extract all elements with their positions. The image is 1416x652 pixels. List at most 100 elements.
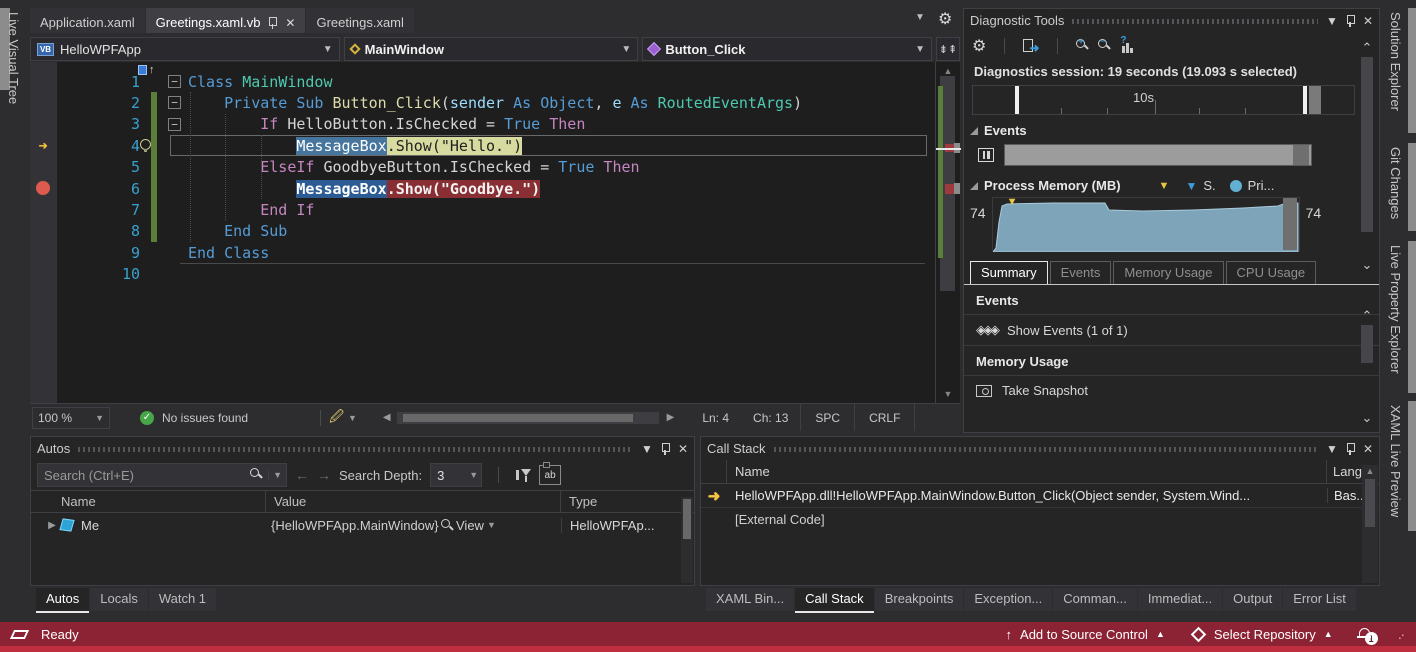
pin-icon[interactable] xyxy=(1346,443,1355,455)
events-track[interactable] xyxy=(1004,144,1312,166)
tab-greetings-xaml-vb[interactable]: Greetings.xaml.vb ✕ xyxy=(146,8,306,33)
chevron-down-icon[interactable]: ▼ xyxy=(348,413,357,423)
sidebar-tab-git-changes[interactable]: Git Changes xyxy=(1388,143,1403,231)
select-repository-button[interactable]: Select Repository xyxy=(1214,627,1316,642)
column-name[interactable]: Name xyxy=(727,460,1327,483)
diagnostics-scrollbar[interactable]: ⌃ ⌄ xyxy=(1357,41,1377,271)
horizontal-scrollbar[interactable] xyxy=(397,412,659,424)
code-line-1[interactable]: 1−Class MainWindow xyxy=(30,71,935,92)
timeline-marker[interactable] xyxy=(1303,86,1307,114)
events-section-header[interactable]: Events xyxy=(970,123,1379,138)
code-line-10[interactable]: 10 xyxy=(30,264,935,285)
current-statement-arrow-icon[interactable]: ➜ xyxy=(32,137,54,155)
tab-output[interactable]: Output xyxy=(1223,588,1282,611)
sidebar-tab-live-property-explorer[interactable]: Live Property Explorer xyxy=(1388,241,1403,393)
summary-scrollbar[interactable]: ⌃ ⌄ xyxy=(1357,309,1377,424)
filter-pin-icon[interactable] xyxy=(515,467,531,483)
line-ending-indicator[interactable]: CRLF xyxy=(854,404,915,431)
tab-locals[interactable]: Locals xyxy=(90,588,148,611)
code-line-2[interactable]: 2− Private Sub Button_Click(sender As Ob… xyxy=(30,92,935,113)
tab-watch-1[interactable]: Watch 1 xyxy=(149,588,216,611)
code-line-7[interactable]: 7 End If xyxy=(30,199,935,220)
column-indicator[interactable]: Ch: 13 xyxy=(741,411,800,425)
scroll-up-icon[interactable]: ▲ xyxy=(1362,467,1378,476)
code-line-9[interactable]: 9End Class xyxy=(30,242,935,263)
editor-scrollbar[interactable]: ▲ ▼ xyxy=(935,62,960,403)
export-icon[interactable]: ➜ xyxy=(1023,39,1039,53)
close-icon[interactable]: ✕ xyxy=(1363,15,1373,27)
autos-row-me[interactable]: ▶ Me {HelloWPFApp.MainWindow} View ▼ Hel… xyxy=(31,513,694,537)
type-dropdown[interactable]: MainWindow ▼ xyxy=(344,37,639,61)
autos-titlebar[interactable]: Autos ▼ ✕ xyxy=(31,437,694,460)
timeline-ruler[interactable]: 10s xyxy=(972,85,1355,115)
tab-call-stack[interactable]: Call Stack xyxy=(795,588,874,613)
hscroll-left-icon[interactable]: ◀ xyxy=(383,412,391,423)
tab-summary[interactable]: Summary xyxy=(970,261,1048,284)
tab-comman-[interactable]: Comman... xyxy=(1053,588,1137,611)
scroll-up-icon[interactable]: ▲ xyxy=(936,66,960,76)
code-line-5[interactable]: 5 ElseIf GoodbyeButton.IsChecked = True … xyxy=(30,157,935,178)
zoom-dropdown[interactable]: 100 % ▼ xyxy=(32,407,110,429)
tab-application-xaml[interactable]: Application.xaml xyxy=(30,8,145,33)
zoom-out-icon[interactable]: − xyxy=(1098,39,1110,54)
search-depth-dropdown[interactable]: 3 ▼ xyxy=(430,463,482,487)
issues-status[interactable]: No issues found xyxy=(162,411,248,425)
gear-icon[interactable]: ⚙ xyxy=(938,9,952,29)
sidebar-tab-xaml-live-preview[interactable]: XAML Live Preview xyxy=(1388,401,1403,531)
scrollbar-thumb[interactable] xyxy=(1365,479,1375,527)
settings-gear-icon[interactable]: ⚙ xyxy=(972,36,986,56)
timeline-selection-handle[interactable] xyxy=(1309,86,1321,114)
memory-section-header[interactable]: Process Memory (MB) ▼ ▼ S. Pri... xyxy=(970,178,1379,193)
memory-chart[interactable]: ▼ xyxy=(992,197,1300,251)
take-snapshot-link[interactable]: Take Snapshot xyxy=(964,375,1379,405)
project-dropdown[interactable]: VB HelloWPFApp ▼ xyxy=(30,37,340,61)
pin-icon[interactable] xyxy=(1346,15,1355,27)
code-line-6[interactable]: 6 MessageBox.Show("Goodbye.") xyxy=(30,178,935,199)
sidebar-tab-live-visual-tree[interactable]: Live Visual Tree xyxy=(6,8,21,108)
add-to-source-control-button[interactable]: Add to Source Control xyxy=(1020,627,1148,642)
zoom-in-icon[interactable]: + xyxy=(1076,39,1088,54)
scrollbar-thumb[interactable] xyxy=(683,499,691,539)
lightbulb-icon[interactable] xyxy=(140,139,151,150)
text-visualizer-icon[interactable]: ab xyxy=(539,465,561,485)
scrollbar-thumb[interactable] xyxy=(1361,325,1373,363)
hscroll-thumb[interactable] xyxy=(403,414,633,422)
tab-immediat-[interactable]: Immediat... xyxy=(1138,588,1222,611)
sidebar-tab-solution-explorer[interactable]: Solution Explorer xyxy=(1388,8,1403,133)
code-line-4[interactable]: ➜4 MessageBox.Show("Hello.") xyxy=(30,135,935,156)
view-button[interactable]: View ▼ xyxy=(441,518,561,533)
close-icon[interactable]: ✕ xyxy=(1363,443,1373,455)
tab-cpu-usage[interactable]: CPU Usage xyxy=(1226,261,1317,284)
column-type[interactable]: Type xyxy=(561,491,694,512)
scrollbar-thumb[interactable] xyxy=(1361,57,1373,232)
fold-collapse-icon[interactable]: − xyxy=(168,96,181,109)
window-position-icon[interactable]: ▼ xyxy=(1326,443,1338,455)
code-editor[interactable]: ↑ 1−Class MainWindow2− Private Sub Butto… xyxy=(30,62,935,403)
tab-error-list[interactable]: Error List xyxy=(1283,588,1356,611)
column-name[interactable]: Name xyxy=(31,491,266,512)
reset-view-icon[interactable]: ? xyxy=(1120,39,1136,53)
resize-grip[interactable]: ⡠ xyxy=(1398,629,1406,640)
scroll-up-icon[interactable]: ⌃ xyxy=(1357,41,1377,54)
line-indicator[interactable]: Ln: 4 xyxy=(690,411,741,425)
code-line-3[interactable]: 3− If HelloButton.IsChecked = True Then xyxy=(30,114,935,135)
spaces-indicator[interactable]: SPC xyxy=(800,404,854,431)
window-position-icon[interactable]: ▼ xyxy=(641,443,653,455)
pin-icon[interactable] xyxy=(661,443,670,455)
hscroll-right-icon[interactable]: ▶ xyxy=(667,412,675,423)
timeline-marker[interactable] xyxy=(1015,86,1019,114)
pin-icon[interactable] xyxy=(268,17,277,29)
scroll-down-icon[interactable]: ⌄ xyxy=(1357,258,1377,271)
memory-track-handle[interactable] xyxy=(1283,198,1297,250)
scroll-up-icon[interactable]: ⌃ xyxy=(1357,309,1377,322)
events-track-handle[interactable] xyxy=(1293,145,1309,165)
window-position-icon[interactable]: ▼ xyxy=(1326,15,1338,27)
code-line-8[interactable]: 8 End Sub xyxy=(30,221,935,242)
split-editor-button[interactable]: ⇟⇞ xyxy=(936,37,960,61)
scroll-down-icon[interactable]: ▼ xyxy=(936,389,960,399)
autos-scrollbar[interactable] xyxy=(681,497,693,583)
scroll-down-icon[interactable]: ⌄ xyxy=(1357,411,1377,424)
diagnostic-tools-titlebar[interactable]: Diagnostic Tools ▼ ✕ xyxy=(964,9,1379,32)
column-value[interactable]: Value xyxy=(266,491,561,512)
callstack-frame-row[interactable]: ➜ HelloWPFApp.dll!HelloWPFApp.MainWindow… xyxy=(701,484,1379,507)
